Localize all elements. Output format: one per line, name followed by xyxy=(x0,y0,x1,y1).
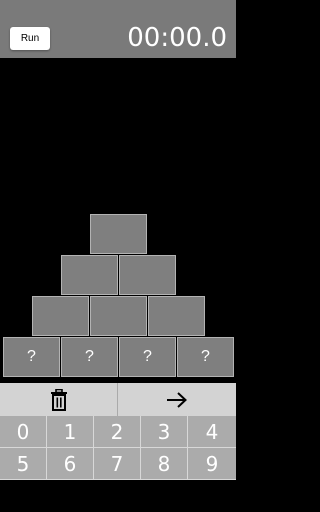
trash-icon xyxy=(50,388,67,411)
pyramid-block-r3-c2[interactable] xyxy=(90,296,147,336)
key-3[interactable]: 3 xyxy=(141,416,188,448)
pyramid-block-r4-c2[interactable]: ? xyxy=(61,337,118,377)
key-7[interactable]: 7 xyxy=(94,448,141,480)
keypad-bottom-filler xyxy=(0,480,236,512)
key-1[interactable]: 1 xyxy=(47,416,94,448)
key-8[interactable]: 8 xyxy=(141,448,188,480)
arrow-right-icon xyxy=(167,391,187,408)
key-9[interactable]: 9 xyxy=(188,448,236,480)
number-pyramid: ? ? ? ? xyxy=(0,0,236,380)
pyramid-block-r4-c1[interactable]: ? xyxy=(3,337,60,377)
next-button[interactable] xyxy=(118,383,236,416)
key-4[interactable]: 4 xyxy=(188,416,236,448)
pyramid-block-r4-c4[interactable]: ? xyxy=(177,337,234,377)
pyramid-block-r2-c1[interactable] xyxy=(61,255,118,295)
pyramid-block-r4-c3[interactable]: ? xyxy=(119,337,176,377)
key-5[interactable]: 5 xyxy=(0,448,47,480)
delete-button[interactable] xyxy=(0,383,118,416)
game-screen: Run 00:00.0 ? ? ? ? 0 1 2 3 4 5 6 7 8 9 xyxy=(0,0,236,512)
control-row xyxy=(0,383,236,416)
pyramid-block-r1-c1[interactable] xyxy=(90,214,147,254)
key-0[interactable]: 0 xyxy=(0,416,47,448)
pyramid-block-r2-c2[interactable] xyxy=(119,255,176,295)
key-2[interactable]: 2 xyxy=(94,416,141,448)
key-6[interactable]: 6 xyxy=(47,448,94,480)
pyramid-block-r3-c3[interactable] xyxy=(148,296,205,336)
pyramid-block-r3-c1[interactable] xyxy=(32,296,89,336)
number-keypad: 0 1 2 3 4 5 6 7 8 9 xyxy=(0,416,236,512)
